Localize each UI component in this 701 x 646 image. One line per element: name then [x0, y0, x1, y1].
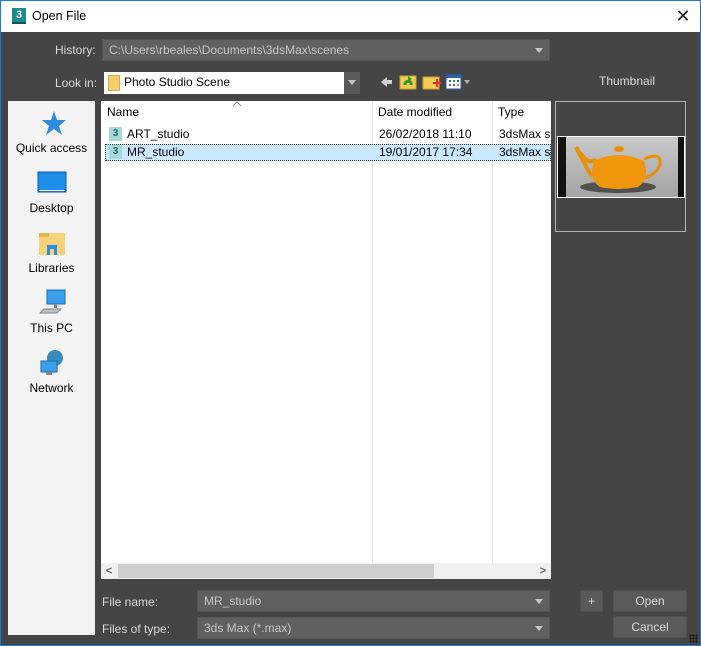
column-header-date-modified[interactable]: Date modified [378, 105, 452, 119]
place-label: Network [29, 381, 74, 395]
look-in-label: Look in: [55, 76, 98, 90]
file-date: 26/02/2018 11:10 [379, 127, 472, 141]
look-in-dropdown[interactable]: Photo Studio Scene [104, 72, 360, 94]
file-name-value: MR_studio [204, 594, 262, 608]
look-in-value: Photo Studio Scene [124, 75, 231, 89]
chevron-down-icon [348, 80, 356, 85]
folder-icon [108, 75, 120, 91]
place-label: This PC [30, 321, 73, 335]
this-pc-icon [38, 289, 66, 314]
cancel-button[interactable]: Cancel [613, 616, 687, 638]
resize-grip[interactable] [689, 634, 698, 643]
file-type-value: 3ds Max (*.max) [204, 621, 292, 635]
place-quick-access[interactable]: Quick access [8, 109, 95, 167]
look-in-dropdown-button[interactable] [344, 72, 360, 94]
file-list[interactable]: Name Date modified Type 3 ART_studio 26/… [101, 101, 551, 579]
scroll-right-button[interactable]: > [535, 563, 551, 579]
plus-button[interactable]: + [580, 590, 603, 612]
column-divider [372, 101, 373, 563]
back-button[interactable] [377, 73, 397, 91]
chevron-down-icon [535, 48, 543, 53]
sort-ascending-icon [232, 101, 242, 107]
horizontal-scrollbar[interactable]: < > [101, 563, 551, 579]
open-button[interactable]: Open [613, 590, 687, 612]
history-dropdown[interactable]: C:\Users\rbeales\Documents\3dsMax\scenes [102, 39, 550, 61]
file-date: 19/01/2017 17:34 [379, 145, 473, 159]
history-label: History: [55, 43, 96, 57]
chevron-down-icon [535, 626, 543, 631]
place-label: Desktop [29, 201, 74, 215]
place-label: Quick access [15, 141, 88, 155]
file-type-label: Files of type: [102, 622, 171, 636]
scrollbar-thumb[interactable] [118, 564, 434, 578]
place-desktop[interactable]: Desktop [8, 169, 95, 227]
close-icon: ✕ [675, 6, 691, 26]
thumbnail-image [557, 136, 685, 198]
3dsmax-file-icon: 3 [109, 145, 122, 159]
open-file-dialog: 3 Open File ✕ History: C:\Users\rbeales\… [0, 0, 701, 646]
place-label: Libraries [28, 261, 75, 275]
new-folder-button[interactable] [422, 73, 442, 91]
close-button[interactable]: ✕ [666, 1, 700, 32]
title-bar: 3 Open File ✕ [1, 1, 700, 32]
file-row-selected[interactable]: 3 MR_studio 19/01/2017 17:34 3dsMax sc [105, 144, 551, 161]
teapot-image [558, 137, 684, 197]
libraries-icon [39, 233, 65, 255]
view-menu-icon [445, 74, 470, 90]
column-header-type[interactable]: Type [498, 105, 524, 119]
column-divider [492, 101, 493, 563]
network-icon [40, 350, 63, 375]
file-type-dropdown[interactable]: 3ds Max (*.max) [197, 617, 550, 639]
3dsmax-file-icon: 3 [109, 127, 122, 141]
file-name: ART_studio [127, 127, 190, 141]
up-folder-button[interactable] [399, 73, 419, 91]
file-name-label: File name: [102, 595, 159, 609]
back-arrow-icon [381, 77, 392, 87]
place-network[interactable]: Network [8, 349, 95, 407]
dialog-title: Open File [32, 9, 87, 23]
places-bar: Quick access Desktop Libraries This PC N… [8, 101, 95, 635]
3dsmax-app-icon: 3 [12, 8, 26, 24]
file-type: 3dsMax sc [499, 127, 551, 141]
quick-access-star-icon [42, 111, 66, 135]
scroll-left-button[interactable]: < [101, 563, 117, 579]
file-name-input[interactable]: MR_studio [197, 590, 550, 612]
file-row[interactable]: 3 ART_studio 26/02/2018 11:10 3dsMax sc [105, 126, 551, 143]
desktop-icon [37, 171, 67, 193]
file-type: 3dsMax sc [499, 145, 551, 159]
chevron-down-icon [535, 599, 543, 604]
up-folder-icon [399, 75, 417, 90]
view-menu-button[interactable] [445, 73, 471, 91]
column-header-name[interactable]: Name [107, 105, 139, 119]
new-folder-icon [422, 76, 441, 90]
file-name: MR_studio [127, 145, 185, 159]
history-value: C:\Users\rbeales\Documents\3dsMax\scenes [109, 43, 350, 57]
thumbnail-label: Thumbnail [599, 74, 656, 88]
place-this-pc[interactable]: This PC [8, 289, 95, 347]
place-libraries[interactable]: Libraries [8, 229, 95, 287]
